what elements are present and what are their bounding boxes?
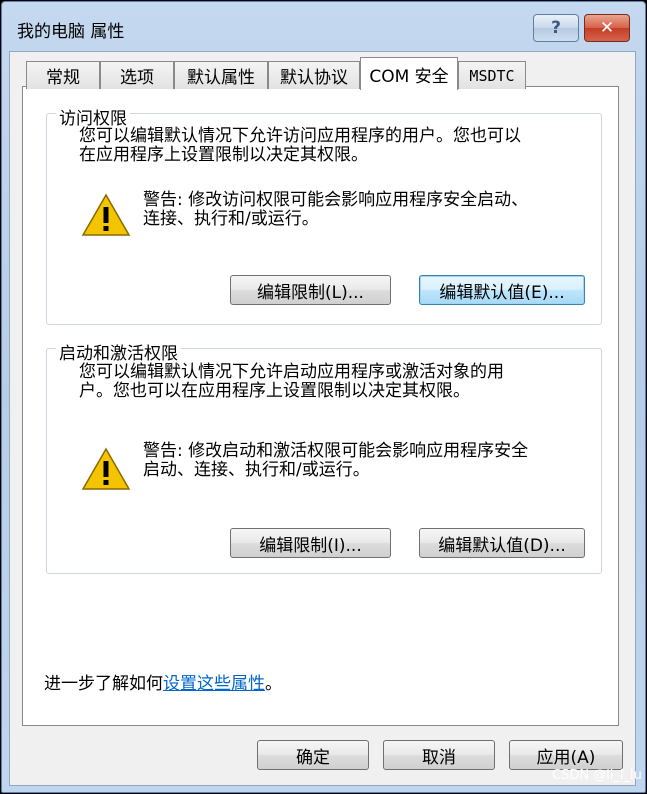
launch-edit-default-label: 编辑默认值(D)...: [438, 535, 566, 556]
tab-options[interactable]: 选项: [100, 61, 174, 89]
launch-warning-line1: 警告: 修改启动和激活权限可能会影响应用程序安全: [143, 441, 529, 461]
cancel-label: 取消: [422, 747, 456, 768]
launch-desc-line2: 户。您也可以在应用程序上设置限制以决定其权限。: [79, 381, 470, 401]
access-desc-line1: 您可以编辑默认情况下允许访问应用程序的用户。您也可以: [79, 126, 521, 146]
launch-desc-line1: 您可以编辑默认情况下允许启动应用程序或激活对象的用: [79, 362, 504, 382]
ok-label: 确定: [296, 747, 330, 768]
tab-general-label: 常规: [46, 68, 80, 88]
cancel-button[interactable]: 取消: [383, 740, 495, 770]
window-title: 我的电脑 属性: [17, 22, 125, 42]
ok-button[interactable]: 确定: [257, 740, 369, 770]
apply-button[interactable]: 应用(A): [509, 740, 623, 770]
tab-com-security[interactable]: COM 安全: [360, 57, 458, 90]
apply-label: 应用(A): [536, 747, 596, 768]
help-button[interactable]: ?: [533, 14, 579, 42]
launch-warning: 警告: 修改启动和激活权限可能会影响应用程序安全 启动、连接、执行和/或运行。: [143, 442, 528, 480]
tab-options-label: 选项: [120, 68, 154, 88]
access-edit-default-label: 编辑默认值(E)...: [439, 282, 565, 303]
warning-icon: [81, 447, 131, 490]
launch-edit-default-button[interactable]: 编辑默认值(D)...: [419, 528, 585, 558]
access-edit-limits-button[interactable]: 编辑限制(L)...: [230, 275, 391, 305]
tab-msdtc-label: MSDTC: [469, 66, 515, 85]
tab-msdtc[interactable]: MSDTC: [458, 61, 526, 89]
help-icon: ?: [551, 18, 561, 38]
access-desc-line2: 在应用程序上设置限制以决定其权限。: [79, 145, 368, 165]
learn-more-line: 进一步了解如何设置这些属性。: [44, 669, 282, 694]
access-edit-limits-label: 编辑限制(L)...: [257, 282, 364, 303]
tab-general[interactable]: 常规: [26, 61, 100, 89]
tab-default-properties[interactable]: 默认属性: [174, 61, 268, 89]
access-warning-line2: 连接、执行和/或运行。: [143, 209, 319, 229]
learn-more-suffix: 。: [265, 674, 282, 694]
access-description: 您可以编辑默认情况下允许访问应用程序的用户。您也可以 在应用程序上设置限制以决定…: [79, 127, 521, 165]
tab-default-properties-label: 默认属性: [187, 68, 255, 88]
tab-default-protocols[interactable]: 默认协议: [268, 61, 360, 89]
access-warning: 警告: 修改访问权限可能会影响应用程序安全启动、 连接、执行和/或运行。: [143, 191, 528, 229]
access-warning-line1: 警告: 修改访问权限可能会影响应用程序安全启动、: [143, 190, 529, 210]
launch-edit-limits-label: 编辑限制(I)...: [259, 535, 362, 556]
tab-default-protocols-label: 默认协议: [280, 68, 348, 88]
launch-permissions-title: 启动和激活权限: [56, 339, 181, 364]
learn-more-prefix: 进一步了解如何: [44, 674, 163, 694]
learn-more-link[interactable]: 设置这些属性: [163, 674, 265, 694]
close-button[interactable]: ✕: [584, 14, 630, 42]
access-edit-default-button[interactable]: 编辑默认值(E)...: [419, 275, 585, 305]
launch-description: 您可以编辑默认情况下允许启动应用程序或激活对象的用 户。您也可以在应用程序上设置…: [79, 363, 504, 401]
launch-warning-line2: 启动、连接、执行和/或运行。: [143, 460, 370, 480]
launch-edit-limits-button[interactable]: 编辑限制(I)...: [230, 528, 391, 558]
watermark: CSDN @li_l_lu: [552, 768, 642, 783]
tab-com-security-label: COM 安全: [369, 66, 449, 87]
close-icon: ✕: [599, 18, 615, 38]
warning-icon: [81, 193, 131, 236]
tab-panel-com-security: 访问权限 您可以编辑默认情况下允许访问应用程序的用户。您也可以 在应用程序上设置…: [22, 86, 619, 726]
